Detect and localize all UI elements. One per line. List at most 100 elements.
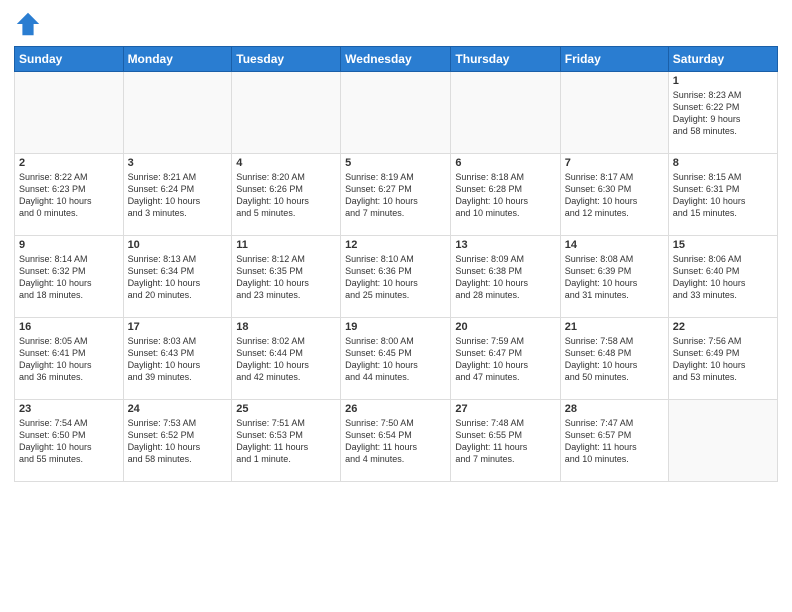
day-number: 6 <box>455 157 555 169</box>
logo <box>14 10 44 38</box>
col-header-sunday: Sunday <box>15 47 124 72</box>
day-cell: 17 Sunrise: 8:03 AM Sunset: 6:43 PM Dayli… <box>123 318 232 400</box>
day-cell: 8 Sunrise: 8:15 AM Sunset: 6:31 PM Daylig… <box>668 154 777 236</box>
day-cell: 18 Sunrise: 8:02 AM Sunset: 6:44 PM Dayli… <box>232 318 341 400</box>
day-number: 22 <box>673 321 773 333</box>
day-number: 7 <box>565 157 664 169</box>
day-info: Sunrise: 8:08 AM Sunset: 6:39 PM Dayligh… <box>565 253 664 302</box>
day-number: 18 <box>236 321 336 333</box>
day-cell: 15 Sunrise: 8:06 AM Sunset: 6:40 PM Dayli… <box>668 236 777 318</box>
day-number: 15 <box>673 239 773 251</box>
day-number: 8 <box>673 157 773 169</box>
day-info: Sunrise: 8:03 AM Sunset: 6:43 PM Dayligh… <box>128 335 228 384</box>
day-info: Sunrise: 8:23 AM Sunset: 6:22 PM Dayligh… <box>673 89 773 138</box>
day-info: Sunrise: 7:47 AM Sunset: 6:57 PM Dayligh… <box>565 417 664 466</box>
day-cell: 7 Sunrise: 8:17 AM Sunset: 6:30 PM Daylig… <box>560 154 668 236</box>
day-number: 9 <box>19 239 119 251</box>
page: SundayMondayTuesdayWednesdayThursdayFrid… <box>0 0 792 612</box>
day-info: Sunrise: 8:14 AM Sunset: 6:32 PM Dayligh… <box>19 253 119 302</box>
day-number: 21 <box>565 321 664 333</box>
day-info: Sunrise: 7:58 AM Sunset: 6:48 PM Dayligh… <box>565 335 664 384</box>
day-info: Sunrise: 8:22 AM Sunset: 6:23 PM Dayligh… <box>19 171 119 220</box>
day-info: Sunrise: 8:05 AM Sunset: 6:41 PM Dayligh… <box>19 335 119 384</box>
day-info: Sunrise: 7:53 AM Sunset: 6:52 PM Dayligh… <box>128 417 228 466</box>
day-info: Sunrise: 7:54 AM Sunset: 6:50 PM Dayligh… <box>19 417 119 466</box>
day-cell: 22 Sunrise: 7:56 AM Sunset: 6:49 PM Dayli… <box>668 318 777 400</box>
day-info: Sunrise: 8:21 AM Sunset: 6:24 PM Dayligh… <box>128 171 228 220</box>
day-cell <box>232 72 341 154</box>
day-number: 26 <box>345 403 446 415</box>
day-number: 12 <box>345 239 446 251</box>
day-cell: 10Sunrise: 8:13 AM Sunset: 6:34 PM Dayli… <box>123 236 232 318</box>
day-cell <box>451 72 560 154</box>
day-number: 23 <box>19 403 119 415</box>
day-info: Sunrise: 7:48 AM Sunset: 6:55 PM Dayligh… <box>455 417 555 466</box>
day-info: Sunrise: 8:00 AM Sunset: 6:45 PM Dayligh… <box>345 335 446 384</box>
col-header-thursday: Thursday <box>451 47 560 72</box>
day-number: 16 <box>19 321 119 333</box>
day-cell: 28 Sunrise: 7:47 AM Sunset: 6:57 PM Dayli… <box>560 400 668 482</box>
day-cell <box>668 400 777 482</box>
day-number: 24 <box>128 403 228 415</box>
day-cell <box>560 72 668 154</box>
day-cell: 23 Sunrise: 7:54 AM Sunset: 6:50 PM Dayli… <box>15 400 124 482</box>
day-cell: 21 Sunrise: 7:58 AM Sunset: 6:48 PM Dayli… <box>560 318 668 400</box>
day-cell <box>341 72 451 154</box>
day-info: Sunrise: 7:56 AM Sunset: 6:49 PM Dayligh… <box>673 335 773 384</box>
day-number: 17 <box>128 321 228 333</box>
day-info: Sunrise: 7:51 AM Sunset: 6:53 PM Dayligh… <box>236 417 336 466</box>
day-info: Sunrise: 8:02 AM Sunset: 6:44 PM Dayligh… <box>236 335 336 384</box>
day-info: Sunrise: 8:06 AM Sunset: 6:40 PM Dayligh… <box>673 253 773 302</box>
day-number: 19 <box>345 321 446 333</box>
day-number: 5 <box>345 157 446 169</box>
day-number: 27 <box>455 403 555 415</box>
col-header-wednesday: Wednesday <box>341 47 451 72</box>
week-row-0: 1Sunrise: 8:23 AM Sunset: 6:22 PM Daylig… <box>15 72 778 154</box>
day-info: Sunrise: 8:09 AM Sunset: 6:38 PM Dayligh… <box>455 253 555 302</box>
col-header-friday: Friday <box>560 47 668 72</box>
day-cell: 2 Sunrise: 8:22 AM Sunset: 6:23 PM Daylig… <box>15 154 124 236</box>
day-number: 3 <box>128 157 228 169</box>
day-info: Sunrise: 8:20 AM Sunset: 6:26 PM Dayligh… <box>236 171 336 220</box>
col-header-saturday: Saturday <box>668 47 777 72</box>
day-info: Sunrise: 8:13 AM Sunset: 6:34 PM Dayligh… <box>128 253 228 302</box>
day-cell: 11 Sunrise: 8:12 AM Sunset: 6:35 PM Dayli… <box>232 236 341 318</box>
logo-icon <box>14 10 42 38</box>
day-number: 4 <box>236 157 336 169</box>
day-cell: 26 Sunrise: 7:50 AM Sunset: 6:54 PM Dayli… <box>341 400 451 482</box>
day-info: Sunrise: 8:12 AM Sunset: 6:35 PM Dayligh… <box>236 253 336 302</box>
day-cell: 24 Sunrise: 7:53 AM Sunset: 6:52 PM Dayli… <box>123 400 232 482</box>
day-number: 2 <box>19 157 119 169</box>
day-number: 28 <box>565 403 664 415</box>
day-cell: 19 Sunrise: 8:00 AM Sunset: 6:45 PM Dayli… <box>341 318 451 400</box>
day-number: 25 <box>236 403 336 415</box>
week-row-3: 16 Sunrise: 8:05 AM Sunset: 6:41 PM Dayli… <box>15 318 778 400</box>
day-info: Sunrise: 7:50 AM Sunset: 6:54 PM Dayligh… <box>345 417 446 466</box>
day-cell: 14Sunrise: 8:08 AM Sunset: 6:39 PM Dayli… <box>560 236 668 318</box>
header-row: SundayMondayTuesdayWednesdayThursdayFrid… <box>15 47 778 72</box>
col-header-tuesday: Tuesday <box>232 47 341 72</box>
day-info: Sunrise: 7:59 AM Sunset: 6:47 PM Dayligh… <box>455 335 555 384</box>
day-cell: 16 Sunrise: 8:05 AM Sunset: 6:41 PM Dayli… <box>15 318 124 400</box>
day-cell: 4 Sunrise: 8:20 AM Sunset: 6:26 PM Daylig… <box>232 154 341 236</box>
day-cell: 13 Sunrise: 8:09 AM Sunset: 6:38 PM Dayli… <box>451 236 560 318</box>
header <box>14 10 778 38</box>
day-cell: 9 Sunrise: 8:14 AM Sunset: 6:32 PM Daylig… <box>15 236 124 318</box>
day-number: 20 <box>455 321 555 333</box>
day-info: Sunrise: 8:15 AM Sunset: 6:31 PM Dayligh… <box>673 171 773 220</box>
col-header-monday: Monday <box>123 47 232 72</box>
day-number: 11 <box>236 239 336 251</box>
week-row-1: 2 Sunrise: 8:22 AM Sunset: 6:23 PM Daylig… <box>15 154 778 236</box>
day-cell: 3 Sunrise: 8:21 AM Sunset: 6:24 PM Daylig… <box>123 154 232 236</box>
day-info: Sunrise: 8:17 AM Sunset: 6:30 PM Dayligh… <box>565 171 664 220</box>
day-cell: 1Sunrise: 8:23 AM Sunset: 6:22 PM Daylig… <box>668 72 777 154</box>
day-info: Sunrise: 8:18 AM Sunset: 6:28 PM Dayligh… <box>455 171 555 220</box>
day-cell: 25 Sunrise: 7:51 AM Sunset: 6:53 PM Dayli… <box>232 400 341 482</box>
day-cell: 27 Sunrise: 7:48 AM Sunset: 6:55 PM Dayli… <box>451 400 560 482</box>
day-cell: 20 Sunrise: 7:59 AM Sunset: 6:47 PM Dayli… <box>451 318 560 400</box>
day-cell: 5Sunrise: 8:19 AM Sunset: 6:27 PM Daylig… <box>341 154 451 236</box>
day-info: Sunrise: 8:10 AM Sunset: 6:36 PM Dayligh… <box>345 253 446 302</box>
week-row-4: 23 Sunrise: 7:54 AM Sunset: 6:50 PM Dayli… <box>15 400 778 482</box>
day-number: 13 <box>455 239 555 251</box>
day-cell: 12 Sunrise: 8:10 AM Sunset: 6:36 PM Dayli… <box>341 236 451 318</box>
